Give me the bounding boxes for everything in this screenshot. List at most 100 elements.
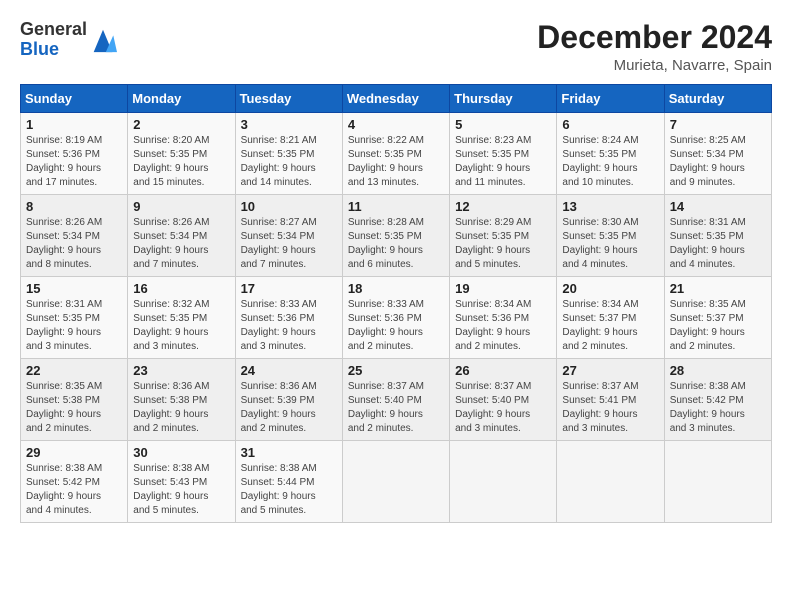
day-number: 5 <box>455 117 551 132</box>
calendar-cell: 25Sunrise: 8:37 AM Sunset: 5:40 PM Dayli… <box>342 359 449 441</box>
calendar-cell <box>450 441 557 523</box>
calendar-cell: 1 Sunrise: 8:19 AM Sunset: 5:36 PM Daylig… <box>21 113 128 195</box>
day-number: 9 <box>133 199 229 214</box>
calendar-cell: 8 Sunrise: 8:26 AM Sunset: 5:34 PM Daylig… <box>21 195 128 277</box>
calendar: Sunday Monday Tuesday Wednesday Thursday… <box>20 84 772 523</box>
col-sunday: Sunday <box>21 85 128 113</box>
calendar-cell <box>342 441 449 523</box>
calendar-cell: 3 Sunrise: 8:21 AM Sunset: 5:35 PM Daylig… <box>235 113 342 195</box>
col-friday: Friday <box>557 85 664 113</box>
day-info: Sunrise: 8:25 AM Sunset: 5:34 PM Dayligh… <box>670 134 766 190</box>
calendar-cell: 18Sunrise: 8:33 AM Sunset: 5:36 PM Dayli… <box>342 277 449 359</box>
day-info: Sunrise: 8:28 AM Sunset: 5:35 PM Dayligh… <box>348 216 444 272</box>
calendar-cell: 24 Sunrise: 8:36 AM Sunset: 5:39 PM Dayli… <box>235 359 342 441</box>
day-info: Sunrise: 8:26 AM Sunset: 5:34 PM Dayligh… <box>26 216 122 272</box>
calendar-cell: 20 Sunrise: 8:34 AM Sunset: 5:37 PM Dayli… <box>557 277 664 359</box>
day-info: Sunrise: 8:31 AM Sunset: 5:35 PM Dayligh… <box>670 216 766 272</box>
day-number: 4 <box>348 117 444 132</box>
col-tuesday: Tuesday <box>235 85 342 113</box>
logo: General Blue <box>20 20 117 60</box>
day-info: Sunrise: 8:32 AM Sunset: 5:35 PM Dayligh… <box>133 298 229 354</box>
day-number: 28 <box>670 363 766 378</box>
day-info: Sunrise: 8:20 AM Sunset: 5:35 PM Dayligh… <box>133 134 229 190</box>
calendar-cell: 17Sunrise: 8:33 AM Sunset: 5:36 PM Dayli… <box>235 277 342 359</box>
calendar-week-row: 15 Sunrise: 8:31 AM Sunset: 5:35 PM Dayli… <box>21 277 772 359</box>
calendar-cell <box>664 441 771 523</box>
col-monday: Monday <box>128 85 235 113</box>
calendar-header-row: Sunday Monday Tuesday Wednesday Thursday… <box>21 85 772 113</box>
day-info: Sunrise: 8:31 AM Sunset: 5:35 PM Dayligh… <box>26 298 122 354</box>
calendar-cell: 13 Sunrise: 8:30 AM Sunset: 5:35 PM Dayli… <box>557 195 664 277</box>
day-number: 1 <box>26 117 122 132</box>
day-info: Sunrise: 8:38 AM Sunset: 5:42 PM Dayligh… <box>670 380 766 436</box>
calendar-cell <box>557 441 664 523</box>
day-info: Sunrise: 8:27 AM Sunset: 5:34 PM Dayligh… <box>241 216 337 272</box>
day-info: Sunrise: 8:30 AM Sunset: 5:35 PM Dayligh… <box>562 216 658 272</box>
logo-blue: Blue <box>20 40 87 60</box>
header: General Blue December 2024 Murieta, Nava… <box>20 20 772 74</box>
day-number: 25 <box>348 363 444 378</box>
calendar-cell: 27Sunrise: 8:37 AM Sunset: 5:41 PM Dayli… <box>557 359 664 441</box>
day-info: Sunrise: 8:36 AM Sunset: 5:38 PM Dayligh… <box>133 380 229 436</box>
day-number: 22 <box>26 363 122 378</box>
day-info: Sunrise: 8:37 AM Sunset: 5:40 PM Dayligh… <box>455 380 551 436</box>
calendar-cell: 6Sunrise: 8:24 AM Sunset: 5:35 PM Daylig… <box>557 113 664 195</box>
logo-icon <box>89 26 117 54</box>
day-number: 18 <box>348 281 444 296</box>
day-number: 24 <box>241 363 337 378</box>
day-info: Sunrise: 8:35 AM Sunset: 5:37 PM Dayligh… <box>670 298 766 354</box>
calendar-cell: 14 Sunrise: 8:31 AM Sunset: 5:35 PM Dayli… <box>664 195 771 277</box>
day-number: 14 <box>670 199 766 214</box>
day-info: Sunrise: 8:29 AM Sunset: 5:35 PM Dayligh… <box>455 216 551 272</box>
day-info: Sunrise: 8:34 AM Sunset: 5:37 PM Dayligh… <box>562 298 658 354</box>
day-number: 29 <box>26 445 122 460</box>
day-number: 15 <box>26 281 122 296</box>
calendar-cell: 22 Sunrise: 8:35 AM Sunset: 5:38 PM Dayli… <box>21 359 128 441</box>
day-number: 8 <box>26 199 122 214</box>
day-number: 21 <box>670 281 766 296</box>
day-number: 26 <box>455 363 551 378</box>
day-number: 2 <box>133 117 229 132</box>
calendar-cell: 26 Sunrise: 8:37 AM Sunset: 5:40 PM Dayli… <box>450 359 557 441</box>
calendar-cell: 29 Sunrise: 8:38 AM Sunset: 5:42 PM Dayli… <box>21 441 128 523</box>
calendar-cell: 5Sunrise: 8:23 AM Sunset: 5:35 PM Daylig… <box>450 113 557 195</box>
calendar-cell: 19 Sunrise: 8:34 AM Sunset: 5:36 PM Dayli… <box>450 277 557 359</box>
day-info: Sunrise: 8:34 AM Sunset: 5:36 PM Dayligh… <box>455 298 551 354</box>
day-info: Sunrise: 8:19 AM Sunset: 5:36 PM Dayligh… <box>26 134 122 190</box>
day-number: 7 <box>670 117 766 132</box>
day-number: 16 <box>133 281 229 296</box>
calendar-cell: 2 Sunrise: 8:20 AM Sunset: 5:35 PM Daylig… <box>128 113 235 195</box>
day-number: 13 <box>562 199 658 214</box>
calendar-cell: 11 Sunrise: 8:28 AM Sunset: 5:35 PM Dayli… <box>342 195 449 277</box>
calendar-week-row: 22 Sunrise: 8:35 AM Sunset: 5:38 PM Dayli… <box>21 359 772 441</box>
day-info: Sunrise: 8:38 AM Sunset: 5:43 PM Dayligh… <box>133 462 229 518</box>
day-number: 27 <box>562 363 658 378</box>
calendar-week-row: 29 Sunrise: 8:38 AM Sunset: 5:42 PM Dayli… <box>21 441 772 523</box>
day-info: Sunrise: 8:33 AM Sunset: 5:36 PM Dayligh… <box>241 298 337 354</box>
title-block: December 2024 Murieta, Navarre, Spain <box>537 20 772 74</box>
col-saturday: Saturday <box>664 85 771 113</box>
day-info: Sunrise: 8:26 AM Sunset: 5:34 PM Dayligh… <box>133 216 229 272</box>
day-info: Sunrise: 8:22 AM Sunset: 5:35 PM Dayligh… <box>348 134 444 190</box>
subtitle: Murieta, Navarre, Spain <box>537 57 772 74</box>
day-info: Sunrise: 8:21 AM Sunset: 5:35 PM Dayligh… <box>241 134 337 190</box>
col-thursday: Thursday <box>450 85 557 113</box>
calendar-cell: 9 Sunrise: 8:26 AM Sunset: 5:34 PM Daylig… <box>128 195 235 277</box>
day-info: Sunrise: 8:38 AM Sunset: 5:44 PM Dayligh… <box>241 462 337 518</box>
calendar-cell: 15 Sunrise: 8:31 AM Sunset: 5:35 PM Dayli… <box>21 277 128 359</box>
day-number: 23 <box>133 363 229 378</box>
day-number: 20 <box>562 281 658 296</box>
day-info: Sunrise: 8:38 AM Sunset: 5:42 PM Dayligh… <box>26 462 122 518</box>
col-wednesday: Wednesday <box>342 85 449 113</box>
day-number: 11 <box>348 199 444 214</box>
calendar-cell: 7 Sunrise: 8:25 AM Sunset: 5:34 PM Daylig… <box>664 113 771 195</box>
day-info: Sunrise: 8:35 AM Sunset: 5:38 PM Dayligh… <box>26 380 122 436</box>
day-number: 3 <box>241 117 337 132</box>
calendar-cell: 23 Sunrise: 8:36 AM Sunset: 5:38 PM Dayli… <box>128 359 235 441</box>
day-info: Sunrise: 8:24 AM Sunset: 5:35 PM Dayligh… <box>562 134 658 190</box>
logo-text: General Blue <box>20 20 87 60</box>
calendar-week-row: 1 Sunrise: 8:19 AM Sunset: 5:36 PM Daylig… <box>21 113 772 195</box>
day-number: 12 <box>455 199 551 214</box>
day-number: 19 <box>455 281 551 296</box>
day-info: Sunrise: 8:36 AM Sunset: 5:39 PM Dayligh… <box>241 380 337 436</box>
